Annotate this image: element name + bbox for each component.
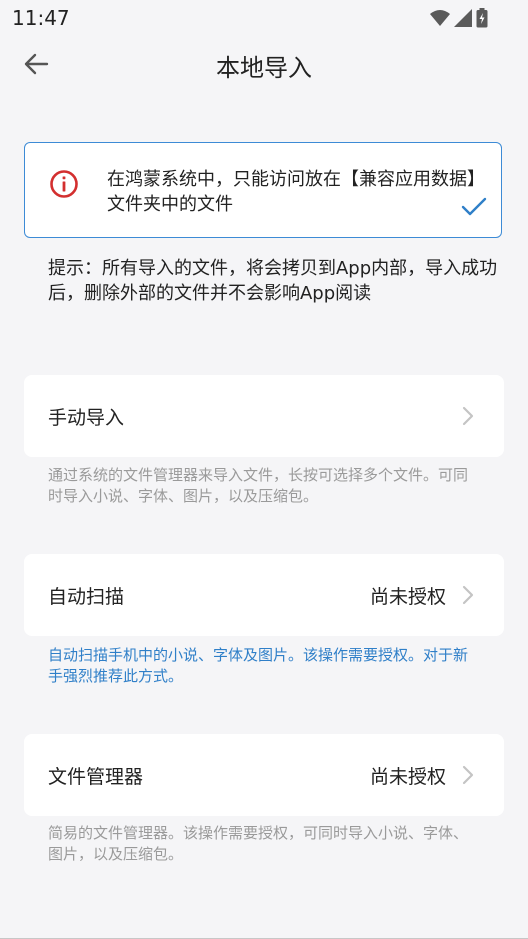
file-manager-status: 尚未授权 xyxy=(369,766,446,788)
auto-scan-label: 自动扫描 xyxy=(48,586,125,608)
status-bar: 11:47 xyxy=(0,0,528,36)
status-icons xyxy=(430,8,488,32)
manual-import-item[interactable]: 手动导入 xyxy=(24,375,504,457)
battery-icon xyxy=(476,8,488,32)
status-time: 11:47 xyxy=(12,6,70,30)
file-manager-description: 简易的文件管理器。该操作需要授权，可同时导入小说、字体、图片，以及压缩包。 xyxy=(48,824,469,863)
check-icon xyxy=(461,197,487,221)
wifi-icon xyxy=(430,9,450,31)
file-manager-label: 文件管理器 xyxy=(48,766,144,788)
notice-card[interactable]: 在鸿蒙系统中，只能访问放在【兼容应用数据】文件夹中的文件 xyxy=(24,142,502,238)
file-manager-item[interactable]: 文件管理器 尚未授权 xyxy=(24,734,504,816)
chevron-right-icon xyxy=(462,406,474,430)
manual-import-label: 手动导入 xyxy=(48,407,125,429)
import-tip: 提示：所有导入的文件，将会拷贝到App内部，导入成功后，删除外部的文件并不会影响… xyxy=(48,258,498,304)
signal-icon xyxy=(454,9,472,31)
chevron-right-icon xyxy=(462,765,474,789)
auto-scan-item[interactable]: 自动扫描 尚未授权 xyxy=(24,554,504,636)
notice-text: 在鸿蒙系统中，只能访问放在【兼容应用数据】文件夹中的文件 xyxy=(107,169,485,215)
info-icon xyxy=(49,169,79,203)
auto-scan-description: 自动扫描手机中的小说、字体及图片。该操作需要授权。对于新手强烈推荐此方式。 xyxy=(48,646,469,685)
chevron-right-icon xyxy=(462,585,474,609)
page-title: 本地导入 xyxy=(216,54,312,82)
header: 本地导入 xyxy=(0,36,528,96)
auto-scan-status: 尚未授权 xyxy=(369,586,446,608)
manual-import-description: 通过系统的文件管理器来导入文件，长按可选择多个文件。可同时导入小说、字体、图片，… xyxy=(48,466,469,505)
